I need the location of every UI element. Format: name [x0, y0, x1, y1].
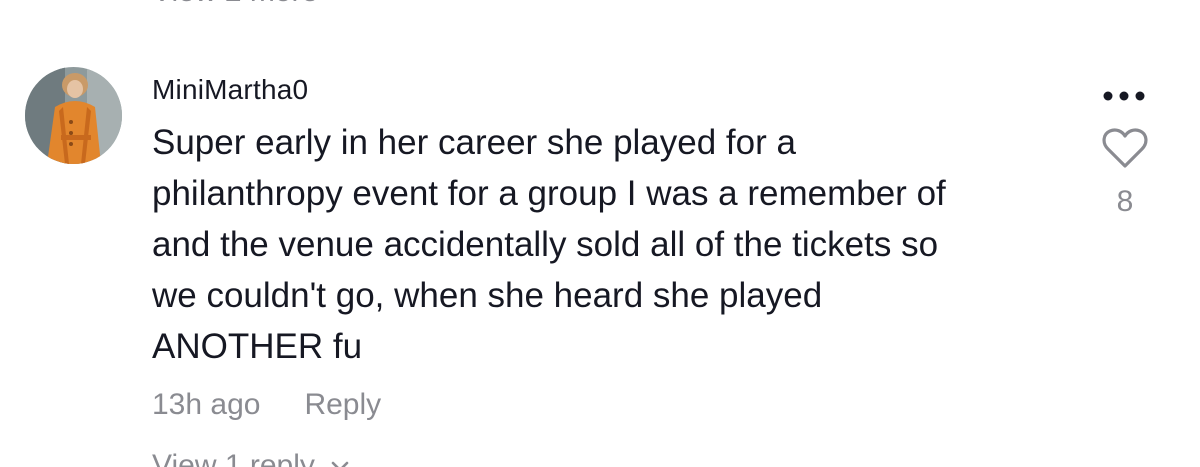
comment-line: Super early in her career she played for…	[152, 123, 796, 162]
more-options-button[interactable]	[1096, 80, 1152, 112]
username[interactable]: MiniMartha0	[152, 72, 308, 108]
comment-line: we couldn't go, when she heard she playe…	[152, 276, 823, 315]
view-more-replies-button[interactable]: View 2 more	[152, 0, 354, 10]
comment-line: and the venue accidentally sold all of t…	[152, 225, 939, 264]
reply-button[interactable]: Reply	[304, 385, 381, 425]
view-replies-label: View 1 reply	[152, 449, 315, 467]
timestamp: 13h ago	[152, 388, 261, 421]
avatar-image	[25, 67, 122, 164]
avatar[interactable]	[25, 67, 122, 164]
heart-outline-icon	[1102, 128, 1148, 168]
view-more-label: View 2 more	[152, 0, 318, 10]
chevron-down-icon	[331, 461, 349, 467]
chevron-down-icon	[332, 0, 354, 3]
view-replies-button[interactable]: View 1 reply	[152, 448, 351, 467]
comment-meta: 13h ago Reply	[152, 385, 381, 425]
like-count: 8	[1116, 185, 1134, 218]
like-button[interactable]	[1101, 126, 1149, 170]
comment-section: View 2 more MiniMartha0 Super early in h…	[0, 0, 1200, 467]
comment-line: ANOTHER fu	[152, 327, 363, 366]
comment-text: Super early in her career she played for…	[152, 117, 1082, 372]
more-horizontal-icon	[1103, 91, 1145, 101]
comment-line: philanthropy event for a group I was a r…	[152, 174, 946, 213]
